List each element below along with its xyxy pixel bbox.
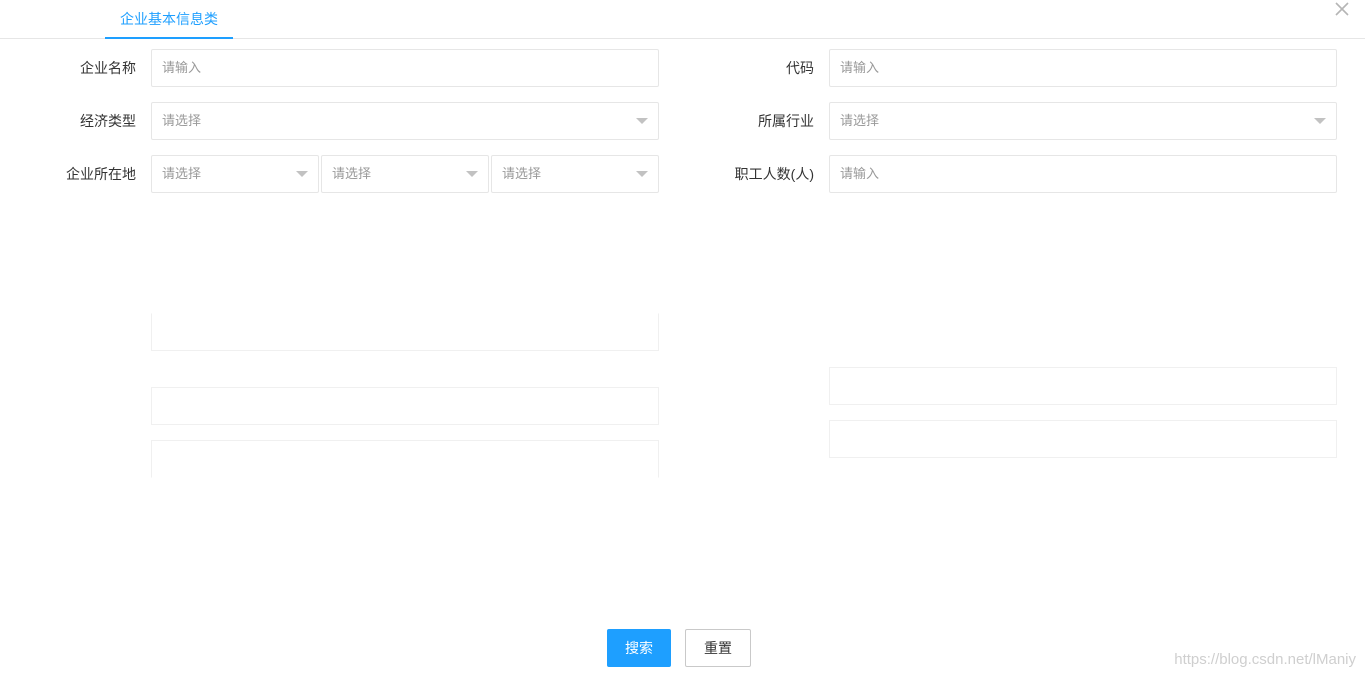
obscured-field: [829, 420, 1337, 458]
obscured-field: [151, 440, 659, 478]
district-placeholder: 请选择: [502, 166, 542, 181]
city-placeholder: 请选择: [332, 166, 372, 181]
obscured-field: [829, 367, 1337, 405]
chevron-down-icon: [466, 171, 478, 177]
code-input[interactable]: 请输入: [829, 49, 1337, 87]
code-placeholder: 请输入: [840, 60, 880, 75]
city-select[interactable]: 请选择: [321, 155, 489, 193]
employees-input[interactable]: 请输入: [829, 155, 1337, 193]
company-name-input[interactable]: 请输入: [151, 49, 659, 87]
close-icon[interactable]: [1335, 2, 1355, 22]
chevron-down-icon: [1314, 118, 1326, 124]
search-button[interactable]: 搜索: [607, 629, 671, 667]
province-placeholder: 请选择: [162, 166, 202, 181]
obscured-field: [151, 387, 659, 425]
company-name-label: 企业名称: [80, 60, 136, 76]
tab-company-basic-info[interactable]: 企业基本信息类: [105, 0, 233, 39]
industry-label: 所属行业: [758, 113, 814, 129]
employees-label: 职工人数(人): [734, 166, 814, 182]
reset-button[interactable]: 重置: [685, 629, 751, 667]
chevron-down-icon: [636, 118, 648, 124]
code-label: 代码: [786, 60, 814, 76]
industry-placeholder: 请选择: [840, 113, 880, 128]
economic-type-placeholder: 请选择: [162, 113, 202, 128]
chevron-down-icon: [636, 171, 648, 177]
district-select[interactable]: 请选择: [491, 155, 659, 193]
province-select[interactable]: 请选择: [151, 155, 319, 193]
economic-type-select[interactable]: 请选择: [151, 102, 659, 140]
tab-bar: 企业基本信息类: [0, 0, 1365, 39]
active-tab-indicator: [105, 37, 233, 39]
industry-select[interactable]: 请选择: [829, 102, 1337, 140]
location-label: 企业所在地: [66, 166, 136, 182]
company-name-placeholder: 请输入: [162, 60, 202, 75]
watermark: https://blog.csdn.net/lManiy: [1174, 651, 1356, 668]
obscured-field: [151, 313, 659, 351]
employees-placeholder: 请输入: [840, 166, 880, 181]
chevron-down-icon: [296, 171, 308, 177]
economic-type-label: 经济类型: [80, 113, 136, 129]
